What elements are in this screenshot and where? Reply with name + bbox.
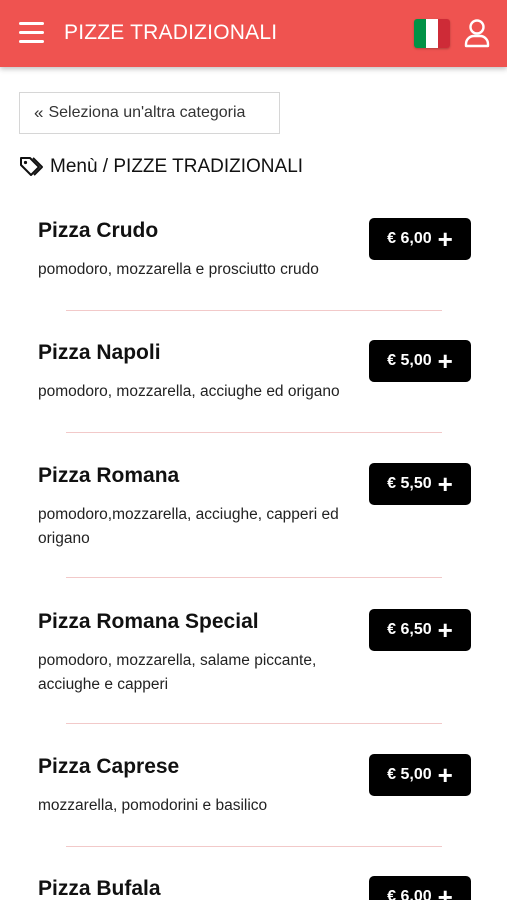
item-name: Pizza Romana [38,464,180,487]
add-to-cart-button[interactable]: € 6,50 + [369,609,471,651]
add-to-cart-button[interactable]: € 6,00 + [369,876,471,900]
item-description: pomodoro, mozzarella, salame piccante, a… [38,652,317,693]
item-price: € 6,50 [387,621,432,638]
add-to-cart-button[interactable]: € 5,50 + [369,463,471,505]
italian-flag-icon[interactable] [414,19,450,48]
plus-icon: + [437,469,453,499]
item-description: pomodoro, mozzarella e prosciutto crudo [38,261,319,278]
item-price: € 5,00 [387,766,432,783]
item-name: Pizza Bufala [38,877,161,900]
plus-icon: + [437,615,453,645]
back-button-label: Seleziona un'altra categoria [48,104,246,121]
breadcrumb-text: Menù / PIZZE TRADIZIONALI [50,156,304,177]
item-name: Pizza Romana Special [38,610,259,633]
user-icon[interactable] [464,19,490,48]
item-description: mozzarella, pomodorini e basilico [38,797,268,814]
divider [66,577,442,578]
breadcrumb: Menù / PIZZE TRADIZIONALI [19,155,303,179]
item-description: pomodoro, mozzarella, acciughe ed origan… [38,383,340,400]
add-to-cart-button[interactable]: € 5,00 + [369,754,471,796]
plus-icon: + [437,882,453,900]
plus-icon: + [437,346,453,376]
double-chevron-left-icon: « [34,103,44,122]
add-to-cart-button[interactable]: € 5,00 + [369,340,471,382]
plus-icon: + [437,760,453,790]
divider [66,723,442,724]
item-price: € 5,50 [387,475,432,492]
tag-icon [20,157,43,176]
add-to-cart-button[interactable]: € 6,00 + [369,218,471,260]
plus-icon: + [437,224,453,254]
divider [66,846,442,847]
item-price: € 5,00 [387,352,432,369]
item-description: pomodoro,mozzarella, acciughe, capperi e… [38,506,339,547]
divider [66,310,442,311]
item-price: € 6,00 [387,230,432,247]
item-name: Pizza Caprese [38,755,180,778]
top-app-bar: PIZZE TRADIZIONALI [0,0,507,67]
item-name: Pizza Crudo [38,219,159,242]
hamburger-menu-icon[interactable] [19,22,44,44]
item-name: Pizza Napoli [38,341,161,364]
select-other-category-button[interactable]: « Seleziona un'altra categoria [19,92,280,134]
item-price: € 6,00 [387,888,432,900]
page-title: PIZZE TRADIZIONALI [64,21,278,44]
divider [66,432,442,433]
